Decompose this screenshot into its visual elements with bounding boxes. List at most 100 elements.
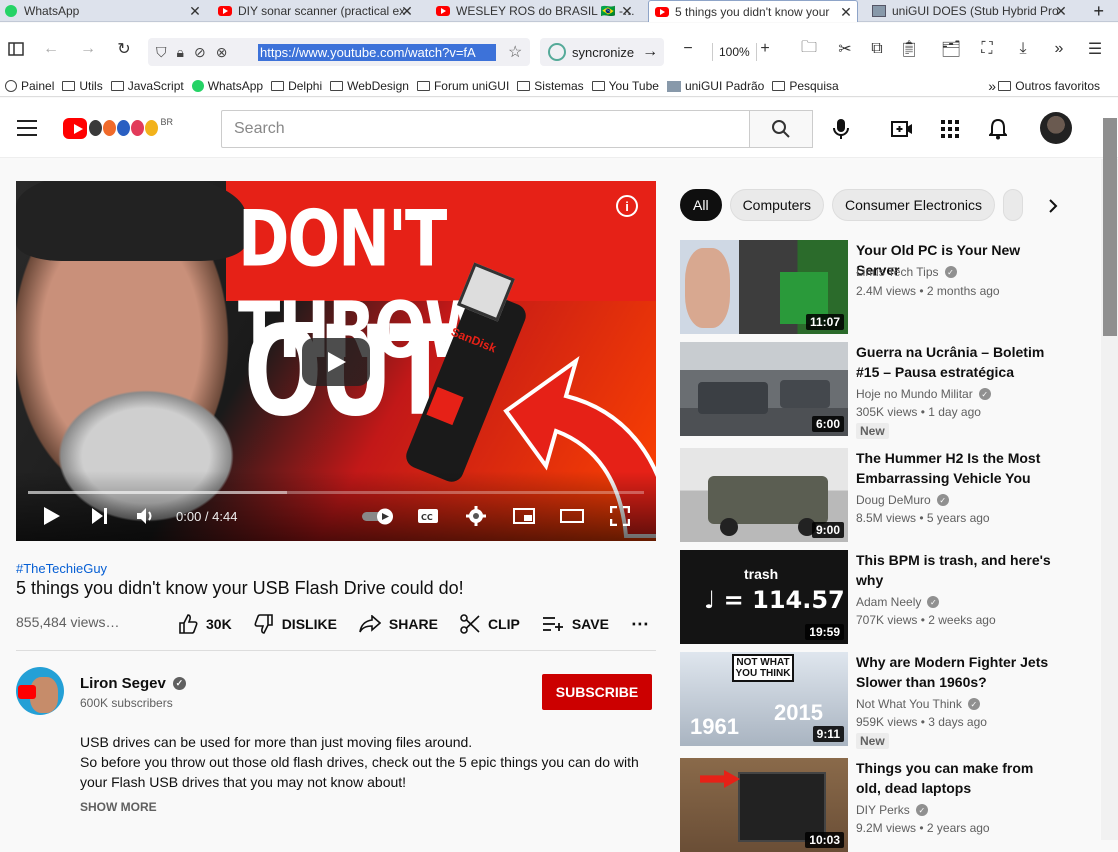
bookmark-sistemas[interactable]: Sistemas [517, 79, 584, 93]
recommendation-title[interactable]: Guerra na Ucrânia – Boletim #15 – Pausa … [856, 342, 1061, 382]
share-button[interactable]: SHARE [359, 615, 438, 633]
recommendation-title[interactable]: The Hummer H2 Is the Most Embarrassing V… [856, 448, 1061, 488]
bookmark-unigui-padrao[interactable]: uniGUI Padrão [666, 79, 764, 93]
sidebar-toggle-icon[interactable] [5, 38, 27, 60]
more-actions-icon[interactable]: ⋯ [631, 614, 650, 635]
chip-consumer-electronics[interactable]: Consumer Electronics [832, 189, 995, 221]
recommendation-channel[interactable]: DIY Perks ✓ [856, 803, 928, 817]
recommendation-thumbnail[interactable]: trash ♩ = 114.57 19:59 [680, 550, 848, 644]
bookmark-other-favorites[interactable]: Outros favoritos [998, 79, 1100, 93]
recommendation-title[interactable]: This BPM is trash, and here's why [856, 550, 1061, 590]
camera-permission-icon[interactable]: ⊘ [194, 44, 206, 61]
zoom-level[interactable]: 100% [712, 43, 757, 61]
bookmark-webdesign[interactable]: WebDesign [330, 79, 409, 93]
chip-all[interactable]: All [680, 189, 722, 221]
recommendation-item[interactable]: 9:00 The Hummer H2 Is the Most Embarrass… [680, 448, 1100, 542]
view-count[interactable]: 855,484 views… [16, 614, 120, 630]
recommendation-channel[interactable]: Doug DeMuro ✓ [856, 493, 949, 507]
menu-icon[interactable]: ☰ [1084, 38, 1106, 60]
url-text[interactable]: https://www.youtube.com/watch?v=fA [258, 43, 496, 61]
close-icon[interactable]: ✕ [400, 3, 414, 19]
reload-icon[interactable]: ↻ [113, 38, 135, 60]
create-video-icon[interactable] [890, 117, 914, 141]
bookmark-pesquisa[interactable]: Pesquisa [772, 79, 839, 93]
notifications-bell-icon[interactable] [986, 117, 1010, 141]
video-player[interactable]: DON'T THROW OUT SanDisk i 0:00 / 4:44 CC [16, 181, 656, 541]
channel-avatar[interactable] [16, 667, 64, 715]
fullscreen-icon[interactable] [608, 504, 632, 528]
recommendation-item[interactable]: 11:07 Your Old PC is Your New Server Lin… [680, 240, 1100, 334]
recommendation-item[interactable]: NOT WHAT YOU THINK 1961 2015 9:11 Why ar… [680, 652, 1100, 749]
recommendation-channel[interactable]: Hoje no Mundo Militar ✓ [856, 387, 991, 401]
zoom-out-icon[interactable]: − [677, 38, 699, 60]
zoom-in-icon[interactable]: + [754, 38, 776, 60]
volume-icon[interactable] [134, 504, 158, 528]
recommendation-thumbnail[interactable]: NOT WHAT YOU THINK 1961 2015 9:11 [680, 652, 848, 746]
lock-icon[interactable]: 🔒︎ [177, 44, 184, 61]
search-input[interactable]: Search [221, 110, 750, 148]
shield-icon[interactable]: ⛉ [156, 44, 167, 61]
tab-wesley-ros[interactable]: WESLEY ROS do BRASIL 🇧🇷 - Yo ✕ [436, 0, 638, 22]
recommendation-title[interactable]: Things you can make from old, dead lapto… [856, 758, 1061, 798]
voice-search-mic-icon[interactable] [826, 116, 856, 142]
recommendation-thumbnail[interactable]: 11:07 [680, 240, 848, 334]
tracking-icon[interactable]: ⊗ [216, 44, 228, 61]
search-button[interactable] [749, 110, 813, 148]
account-avatar[interactable] [1040, 112, 1072, 144]
progress-bar[interactable] [28, 491, 644, 494]
channel-name[interactable]: Liron Segev ✓ [80, 675, 186, 692]
next-video-icon[interactable] [88, 504, 112, 528]
show-more-button[interactable]: SHOW MORE [80, 800, 157, 814]
page-scrollbar-thumb[interactable] [1103, 118, 1117, 336]
clipboard-icon[interactable]: 📋︎ [898, 38, 920, 60]
bookmark-utils[interactable]: Utils [62, 79, 103, 93]
collections-icon[interactable]: 🗂︎ [940, 38, 962, 60]
play-icon[interactable] [40, 504, 64, 528]
bookmark-painel[interactable]: Painel [5, 79, 54, 93]
recommendation-thumbnail[interactable]: 10:03 [680, 758, 848, 852]
address-bar[interactable]: ⛉ 🔒︎ ⊘ ⊗ https://www.youtube.com/watch?v… [148, 38, 530, 66]
recommendation-item[interactable]: 6:00 Guerra na Ucrânia – Boletim #15 – P… [680, 342, 1100, 439]
video-hashtag[interactable]: #TheTechieGuy [16, 561, 107, 576]
recommendation-thumbnail[interactable]: 6:00 [680, 342, 848, 436]
like-button[interactable]: 30K [178, 614, 232, 634]
settings-gear-icon[interactable] [464, 504, 488, 528]
miniplayer-icon[interactable] [512, 504, 536, 528]
copy-icon[interactable]: ⧉ [866, 38, 888, 60]
apps-grid-icon[interactable] [938, 117, 962, 141]
screenshot-icon[interactable]: ⛶ [976, 38, 998, 60]
recommendation-channel[interactable]: Adam Neely ✓ [856, 595, 940, 609]
subtitles-icon[interactable]: CC [416, 504, 440, 528]
dislike-button[interactable]: DISLIKE [254, 614, 337, 634]
tab-whatsapp[interactable]: WhatsApp ✕ [4, 0, 206, 22]
chip-computers[interactable]: Computers [729, 189, 825, 221]
bookmark-whatsapp[interactable]: WhatsApp [191, 79, 263, 93]
close-icon[interactable]: ✕ [188, 3, 202, 19]
guide-menu-icon[interactable] [17, 120, 37, 136]
back-arrow-icon[interactable]: ← [40, 38, 62, 60]
bookmark-delphi[interactable]: Delphi [271, 79, 322, 93]
subscribe-button[interactable]: SUBSCRIBE [542, 674, 652, 710]
bookmark-forum-unigui[interactable]: Forum uniGUI [416, 79, 509, 93]
save-button[interactable]: SAVE [542, 616, 609, 632]
forward-arrow-icon[interactable]: → [77, 38, 99, 60]
recommendation-title[interactable]: Why are Modern Fighter Jets Slower than … [856, 652, 1061, 692]
bookmark-star-icon[interactable]: ☆ [508, 42, 522, 62]
large-play-button[interactable] [302, 338, 370, 386]
theater-mode-icon[interactable] [560, 504, 584, 528]
tab-active-video[interactable]: 5 things you didn't know your ✕ [648, 0, 858, 22]
new-tab-plus-icon[interactable]: + [1093, 0, 1104, 22]
chevron-right-icon[interactable] [1042, 195, 1064, 217]
autoplay-toggle-icon[interactable] [360, 504, 396, 528]
info-icon[interactable]: i [616, 195, 638, 217]
tab-unigui[interactable]: uniGUI DOES (Stub Hybrid Pro ✕ [872, 0, 1072, 22]
sync-button[interactable]: syncronize → [540, 38, 664, 66]
more-tools-icon[interactable]: » [1048, 38, 1070, 60]
youtube-logo[interactable]: BR [63, 116, 173, 140]
folder-icon[interactable]: 🗀 [798, 38, 820, 60]
recommendation-channel[interactable]: Linus Tech Tips ✓ [856, 265, 957, 279]
cut-icon[interactable]: ✂ [834, 38, 856, 60]
recommendation-item[interactable]: trash ♩ = 114.57 19:59 This BPM is trash… [680, 550, 1100, 644]
chip-truncated[interactable] [1002, 189, 1023, 221]
recommendation-item[interactable]: 10:03 Things you can make from old, dead… [680, 758, 1100, 852]
